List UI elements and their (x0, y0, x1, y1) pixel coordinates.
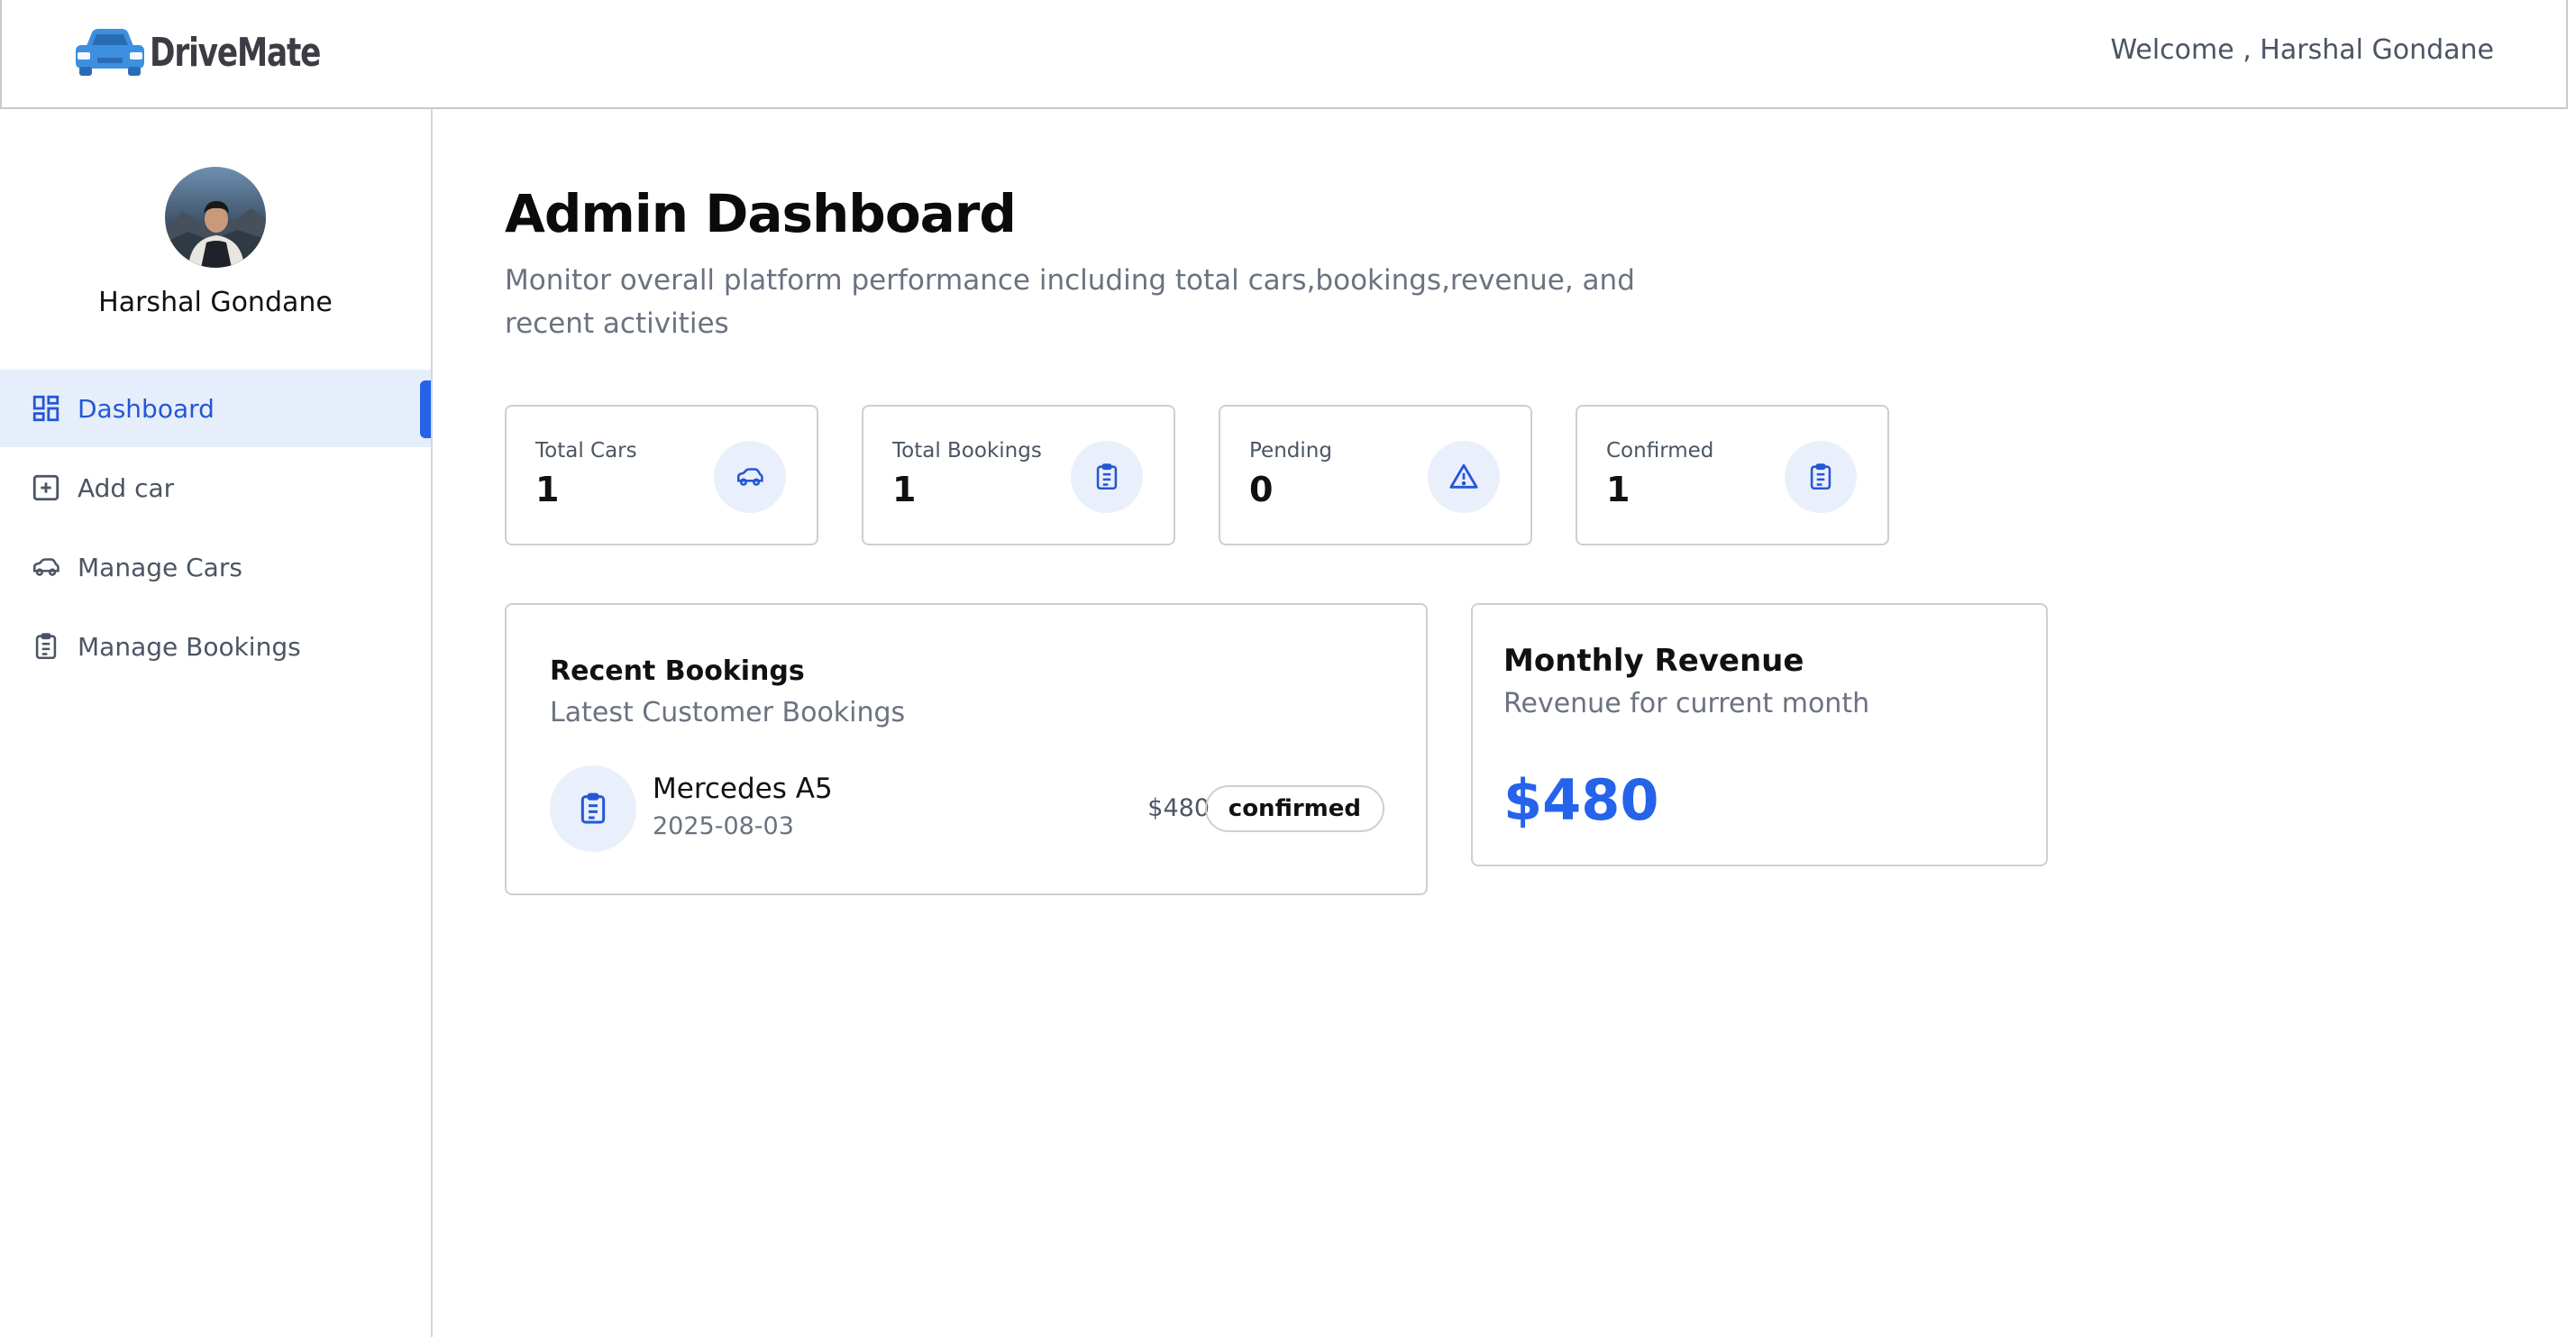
sidebar: Harshal Gondane Dashboard Add car Manage… (0, 109, 433, 1337)
clipboard-list-icon (1785, 441, 1857, 513)
sidebar-item-label: Manage Cars (78, 552, 242, 582)
booking-date: 2025-08-03 (653, 812, 794, 840)
monthly-revenue-subtitle: Revenue for current month (1503, 688, 1870, 719)
avatar (165, 167, 266, 268)
sidebar-item-label: Manage Bookings (78, 631, 301, 662)
stat-card-total-cars: Total Cars 1 (505, 405, 818, 545)
warning-triangle-icon (1428, 441, 1500, 513)
clipboard-list-icon (550, 765, 636, 852)
sidebar-item-label: Dashboard (78, 393, 215, 424)
add-square-icon (32, 474, 59, 501)
top-navbar: DriveMate Welcome , Harshal Gondane (0, 0, 2568, 109)
stat-value: 1 (1606, 470, 1631, 509)
monthly-revenue-amount: $480 (1503, 767, 1659, 833)
dashboard-icon (32, 395, 59, 422)
car-icon (714, 441, 786, 513)
brand-name: DriveMate (150, 29, 321, 76)
stat-card-pending: Pending 0 (1219, 405, 1532, 545)
stat-value: 1 (892, 470, 917, 509)
brand-logo[interactable]: DriveMate (74, 27, 369, 78)
car-logo-icon (76, 29, 144, 76)
recent-bookings-panel: Recent Bookings Latest Customer Bookings… (505, 603, 1428, 895)
clipboard-list-icon (35, 633, 57, 660)
stat-card-total-bookings: Total Bookings 1 (862, 405, 1175, 545)
page-title: Admin Dashboard (505, 183, 1017, 244)
stat-label: Confirmed (1606, 439, 1714, 462)
sidebar-item-add-car[interactable]: Add car (0, 449, 431, 527)
car-icon (32, 558, 59, 576)
stat-label: Total Bookings (892, 439, 1042, 462)
welcome-text: Welcome , Harshal Gondane (2110, 34, 2494, 66)
booking-car-name: Mercedes A5 (653, 773, 833, 805)
stat-card-confirmed: Confirmed 1 (1576, 405, 1889, 545)
clipboard-list-icon (1071, 441, 1143, 513)
stat-value: 0 (1249, 470, 1274, 509)
sidebar-item-manage-cars[interactable]: Manage Cars (0, 528, 431, 606)
monthly-revenue-title: Monthly Revenue (1503, 643, 1804, 679)
sidebar-item-label: Add car (78, 472, 175, 503)
monthly-revenue-panel: Monthly Revenue Revenue for current mont… (1471, 603, 2048, 866)
recent-bookings-title: Recent Bookings (550, 655, 805, 687)
recent-bookings-subtitle: Latest Customer Bookings (550, 697, 906, 728)
stat-label: Pending (1249, 439, 1332, 462)
sidebar-user-name: Harshal Gondane (98, 287, 333, 318)
sidebar-item-dashboard[interactable]: Dashboard (0, 370, 431, 447)
status-badge: confirmed (1204, 785, 1384, 832)
stat-label: Total Cars (535, 439, 637, 462)
stat-value: 1 (535, 470, 560, 509)
sidebar-item-manage-bookings[interactable]: Manage Bookings (0, 608, 431, 685)
booking-price: $480 (1147, 794, 1210, 822)
page-subtitle: Monitor overall platform performance inc… (505, 264, 1635, 340)
